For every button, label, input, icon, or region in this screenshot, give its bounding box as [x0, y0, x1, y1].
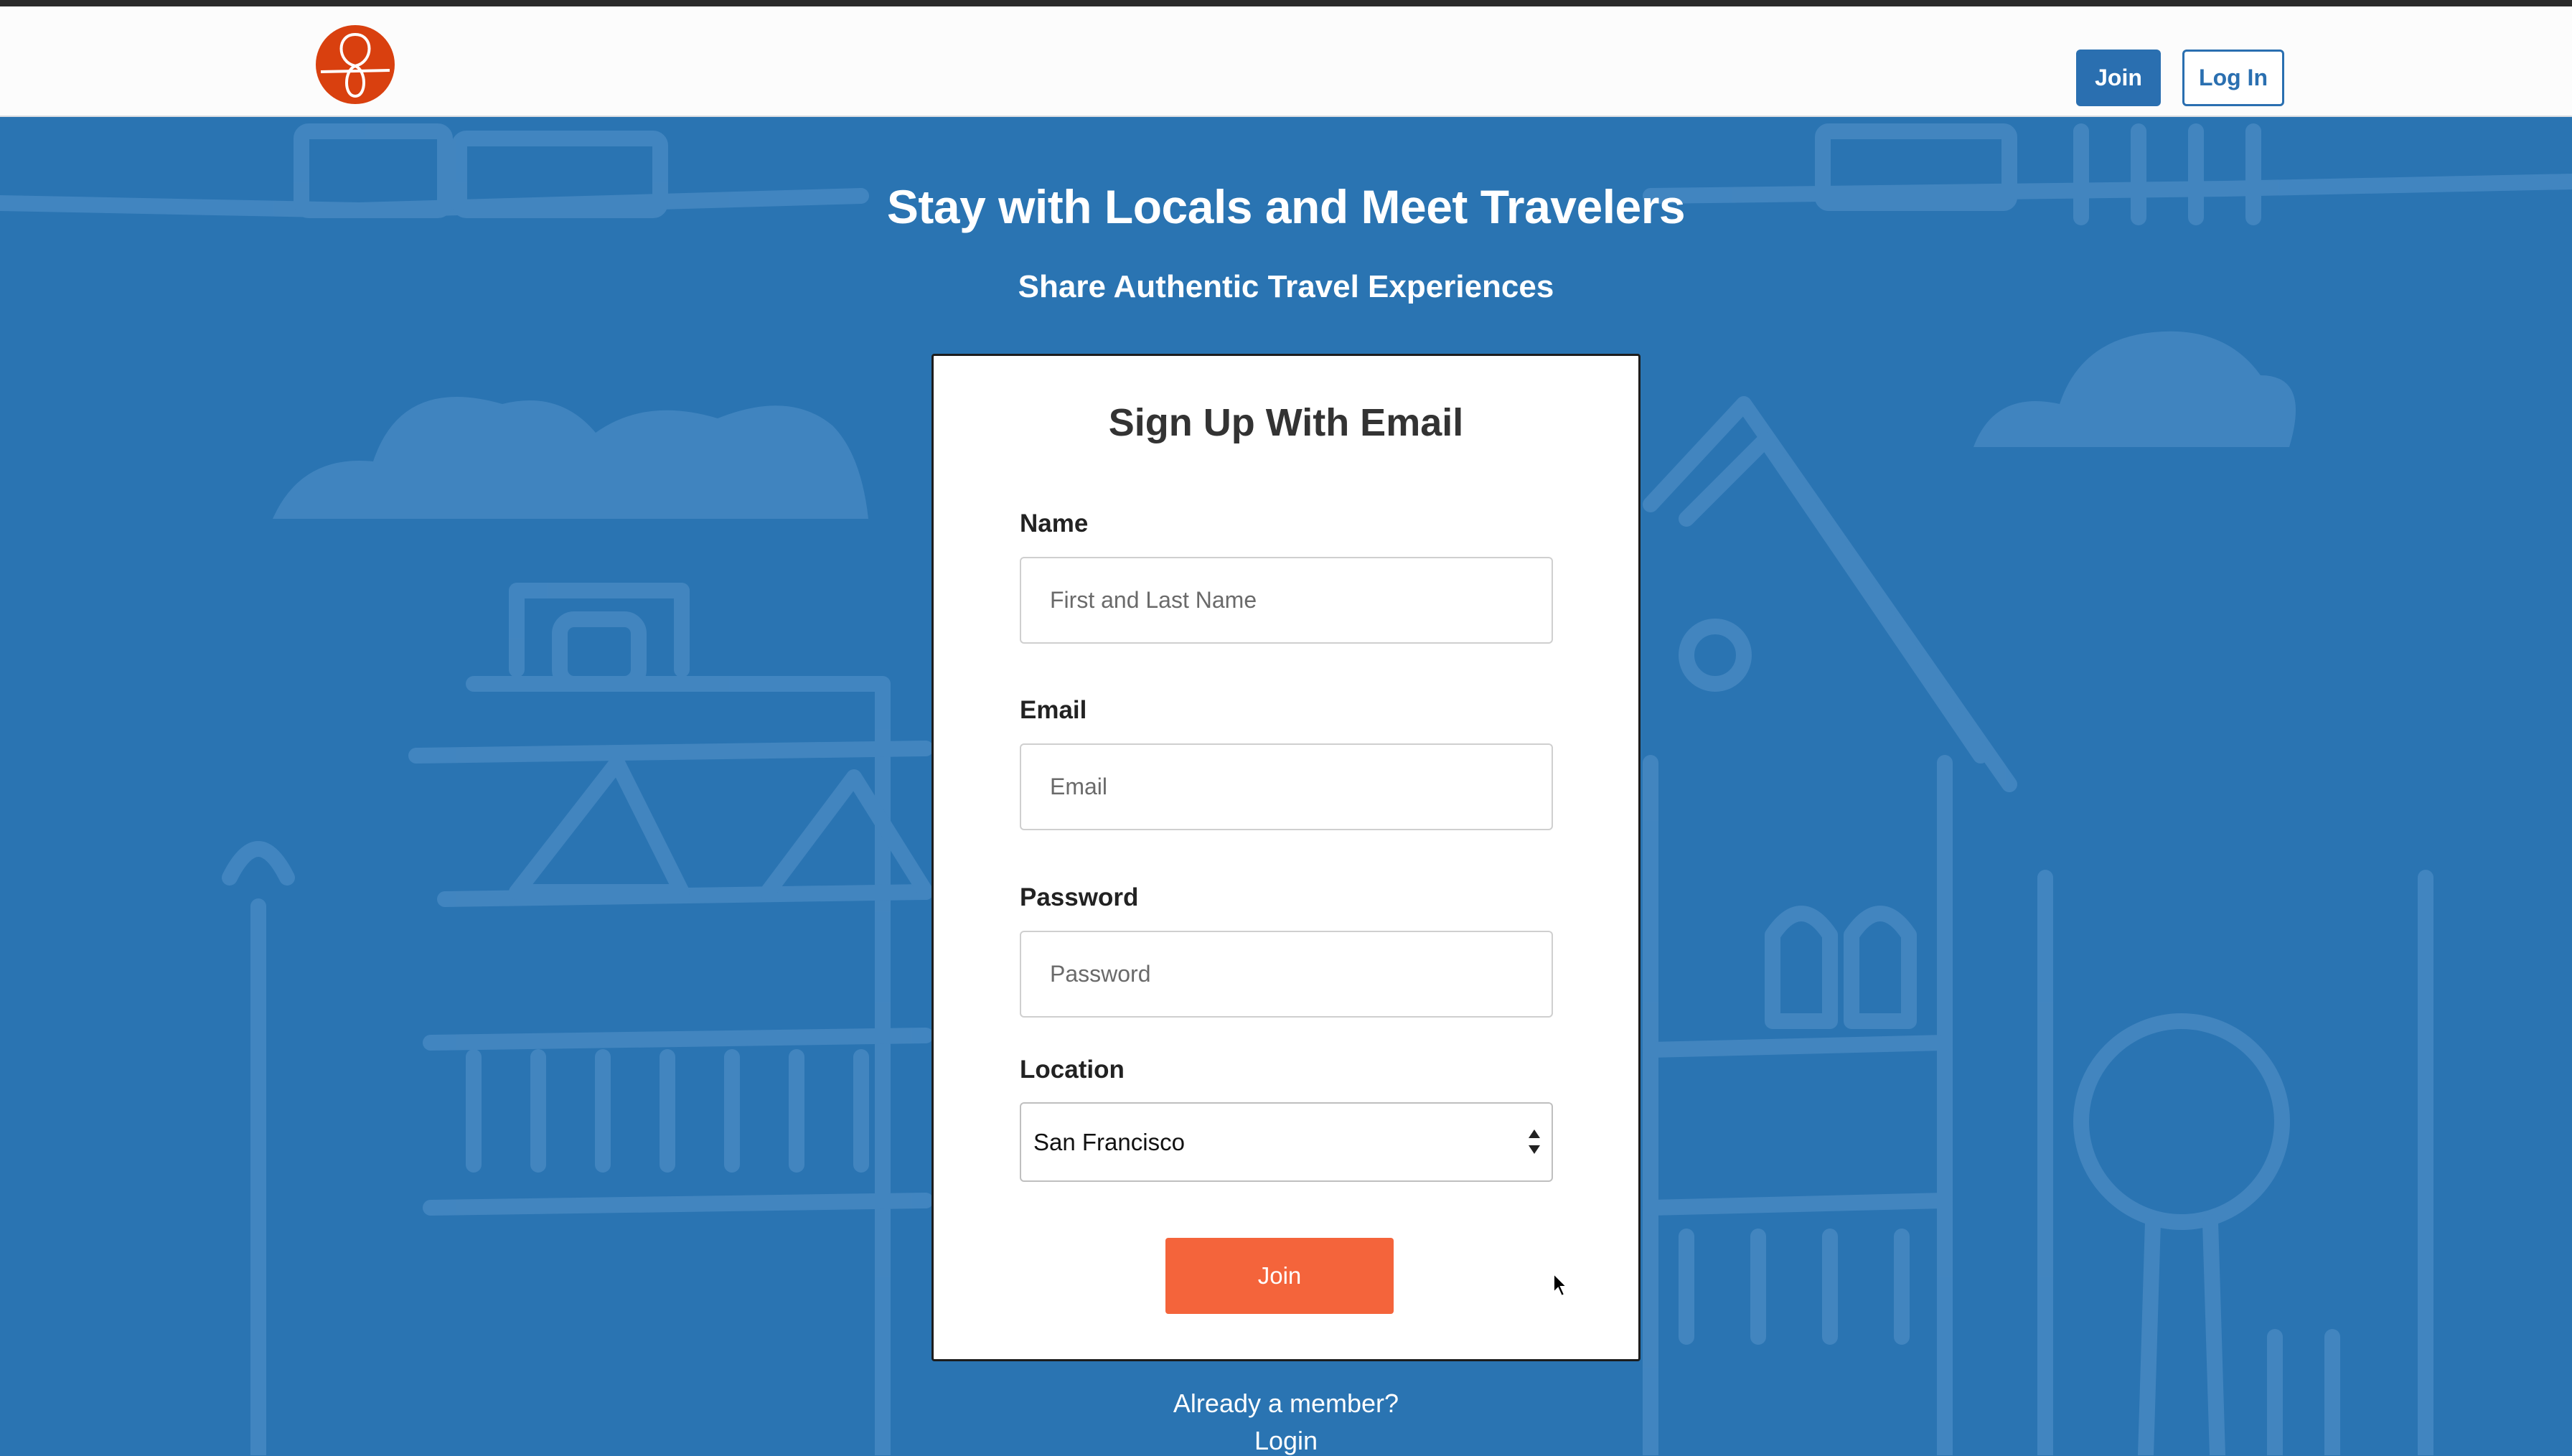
- signup-join-button[interactable]: Join: [1165, 1238, 1394, 1314]
- location-select[interactable]: San Francisco: [1020, 1102, 1553, 1182]
- signup-title: Sign Up With Email: [1108, 401, 1464, 444]
- mouse-cursor-icon: [1553, 1272, 1568, 1297]
- name-input[interactable]: [1020, 557, 1553, 644]
- header-login-button[interactable]: Log In: [2182, 50, 2284, 106]
- hero-title: Stay with Locals and Meet Travelers: [886, 180, 1686, 233]
- password-input[interactable]: [1020, 931, 1553, 1018]
- hero-subtitle: Share Authentic Travel Experiences: [1018, 269, 1554, 304]
- login-link[interactable]: Login: [0, 1426, 2572, 1456]
- top-navigation-bar: Join Log In: [0, 6, 2572, 117]
- window-top-strip: [0, 0, 2572, 6]
- select-up-down-arrows-icon: [1529, 1129, 1540, 1154]
- email-label: Email: [1020, 696, 1087, 724]
- signup-card: Sign Up With Email Name Email Password L…: [931, 354, 1641, 1361]
- already-member-text: Already a member?: [1173, 1389, 1399, 1418]
- header-join-button[interactable]: Join: [2076, 50, 2161, 106]
- couchsurfing-logo-icon[interactable]: [315, 24, 395, 105]
- name-label: Name: [1020, 509, 1089, 537]
- location-label: Location: [1020, 1056, 1125, 1084]
- password-label: Password: [1020, 883, 1139, 911]
- location-select-value: San Francisco: [1033, 1129, 1185, 1155]
- email-input[interactable]: [1020, 743, 1553, 830]
